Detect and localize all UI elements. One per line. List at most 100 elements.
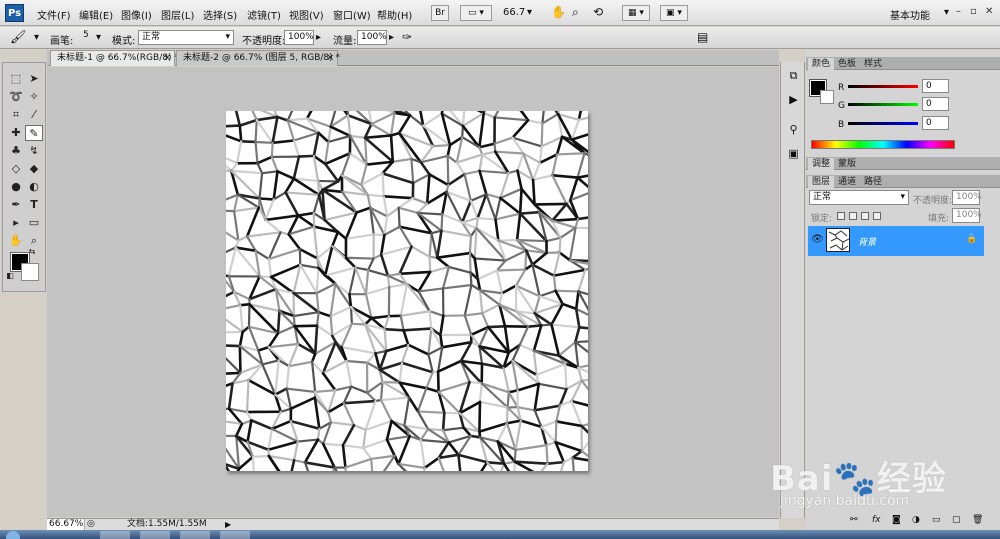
trash-icon[interactable]: 🗑 (972, 515, 983, 525)
blur-icon[interactable]: ● (7, 179, 25, 195)
mode-select[interactable]: 正常 ▾ (138, 30, 234, 45)
menu-edit[interactable]: 编辑(E) (79, 7, 113, 22)
lock-transparency-icon[interactable] (837, 212, 845, 220)
fill-input[interactable]: 100% (952, 208, 982, 223)
layer-name[interactable]: 背景 (858, 235, 876, 248)
zoom-dropdown-icon[interactable]: ▾ (527, 7, 532, 18)
healing-icon[interactable]: ✚ (7, 125, 25, 141)
menu-window[interactable]: 窗口(W) (333, 7, 371, 22)
eyedropper-icon[interactable]: ⁄ (25, 107, 43, 123)
lock-pixels-icon[interactable] (849, 212, 857, 220)
restore-button[interactable]: ▫ (970, 6, 977, 17)
marquee-icon[interactable]: ⬚ (7, 71, 25, 87)
airbrush-icon[interactable]: ✑ (402, 30, 412, 44)
taskbar-app-button[interactable] (180, 531, 210, 539)
close-icon[interactable]: × (326, 51, 334, 66)
tab-color[interactable]: 颜色 (808, 58, 835, 70)
tab-masks[interactable]: 蒙版 (834, 158, 860, 170)
lock-position-icon[interactable] (861, 212, 869, 220)
shape-icon[interactable]: ▭ (25, 215, 43, 231)
tab-styles[interactable]: 样式 (860, 58, 886, 70)
layer-row-background[interactable]: 👁 背景 🔒 (808, 226, 984, 256)
screen-mode-button[interactable]: ▣ ▾ (660, 5, 688, 21)
layer-opacity-input[interactable]: 100% (952, 190, 982, 205)
adjustment-icon[interactable]: ◑ (912, 515, 920, 525)
folder-icon[interactable]: ▭ (932, 515, 941, 525)
channel-r-slider[interactable] (848, 85, 918, 88)
color-spectrum-ramp[interactable] (811, 140, 955, 149)
tab-swatches[interactable]: 色板 (834, 58, 860, 70)
hand-icon[interactable]: ✋ (7, 233, 25, 249)
brush-panel-toggle-icon[interactable]: ▤ (697, 30, 708, 44)
opacity-input[interactable]: 100% (284, 30, 314, 45)
crop-icon[interactable]: ⌗ (7, 107, 25, 123)
blend-mode-select[interactable]: 正常 ▾ (809, 190, 909, 205)
eye-icon[interactable]: 👁 (811, 234, 824, 245)
move-icon[interactable]: ➤ (25, 71, 43, 87)
brush-preset-icon[interactable]: 🖌 (10, 30, 27, 45)
brush-picker-dropdown-icon[interactable]: ▾ (96, 32, 101, 43)
arrange-documents-button[interactable]: ▦ ▾ (622, 5, 650, 21)
lock-icon[interactable] (873, 212, 881, 220)
background-color-swatch[interactable] (21, 263, 39, 281)
status-info-icon[interactable]: ◎ (87, 519, 95, 530)
opacity-stepper-icon[interactable]: ▸ (316, 32, 321, 43)
channel-b-input[interactable]: 0 (922, 116, 949, 130)
status-menu-arrow-icon[interactable]: ▶ (225, 519, 231, 530)
taskbar-app-button[interactable] (140, 531, 170, 539)
text-icon[interactable]: T (25, 197, 43, 213)
zoom-level-display[interactable]: 66.7 (503, 7, 525, 18)
menu-select[interactable]: 选择(S) (203, 7, 237, 22)
start-button[interactable] (6, 531, 20, 539)
eraser-icon[interactable]: ◇ (7, 161, 25, 177)
path-select-icon[interactable]: ▸ (7, 215, 25, 231)
hand-tool-icon[interactable]: ✋ (551, 5, 566, 19)
workspace-switcher[interactable]: 基本功能 (890, 7, 930, 22)
tool-preset-dropdown-icon[interactable]: ▾ (34, 32, 39, 43)
menu-file[interactable]: 文件(F) (37, 7, 71, 22)
menu-help[interactable]: 帮助(H) (377, 7, 412, 22)
document-tab-2[interactable]: 未标题-2 @ 66.7% (图层 5, RGB/8) * × (176, 50, 340, 66)
mask-icon[interactable]: ◙ (892, 515, 901, 525)
link-icon[interactable]: ⚯ (850, 515, 858, 525)
menu-view[interactable]: 视图(V) (289, 7, 324, 22)
tab-layers[interactable]: 图层 (808, 176, 835, 188)
workspace-dropdown-icon[interactable]: ▾ (944, 7, 949, 18)
lasso-icon[interactable]: ➰ (7, 89, 25, 105)
brush-size-value[interactable]: 5 (83, 30, 89, 40)
rotate-view-icon[interactable]: ⟲ (593, 5, 603, 19)
panel-background-swatch[interactable] (820, 90, 834, 104)
menu-filter[interactable]: 滤镜(T) (247, 7, 281, 22)
bridge-button[interactable]: Br (431, 5, 449, 21)
swap-colors-icon[interactable]: ⇆ (27, 247, 37, 257)
brush-icon[interactable]: ✎ (25, 125, 43, 141)
flow-stepper-icon[interactable]: ▸ (389, 32, 394, 43)
menu-image[interactable]: 图像(I) (121, 7, 152, 22)
close-button[interactable]: ✕ (985, 6, 993, 17)
fx-icon[interactable]: fx (872, 515, 881, 525)
taskbar-app-button[interactable] (220, 531, 250, 539)
bucket-icon[interactable]: ◆ (25, 161, 43, 177)
document-canvas[interactable] (226, 111, 588, 471)
tab-channels[interactable]: 通道 (834, 176, 860, 188)
document-tab-1[interactable]: 未标题-1 @ 66.7%(RGB/8) * × (50, 50, 179, 66)
new-layer-icon[interactable]: ▢ (952, 515, 961, 525)
channel-g-input[interactable]: 0 (922, 97, 949, 111)
pen-icon[interactable]: ✒ (7, 197, 25, 213)
history-panel-icon[interactable]: ⧉ (785, 68, 802, 84)
channel-g-slider[interactable] (848, 103, 918, 106)
menu-layer[interactable]: 图层(L) (161, 7, 194, 22)
zoom-tool-icon[interactable]: ⌕ (572, 5, 579, 20)
dodge-icon[interactable]: ◐ (25, 179, 43, 195)
flow-input[interactable]: 100% (357, 30, 387, 45)
default-colors-icon[interactable]: ◧ (5, 271, 15, 281)
close-icon[interactable]: × (163, 51, 171, 66)
history-brush-icon[interactable]: ↯ (25, 143, 43, 159)
tab-paths[interactable]: 路径 (860, 176, 886, 188)
channel-r-input[interactable]: 0 (922, 79, 949, 93)
clone-source-panel-icon[interactable]: ▣ (785, 146, 802, 162)
taskbar-app-button[interactable] (100, 531, 130, 539)
stamp-icon[interactable]: ♣ (7, 143, 25, 159)
view-extras-button[interactable]: ▭ ▾ (460, 5, 492, 21)
magic-wand-icon[interactable]: ✧ (25, 89, 43, 105)
